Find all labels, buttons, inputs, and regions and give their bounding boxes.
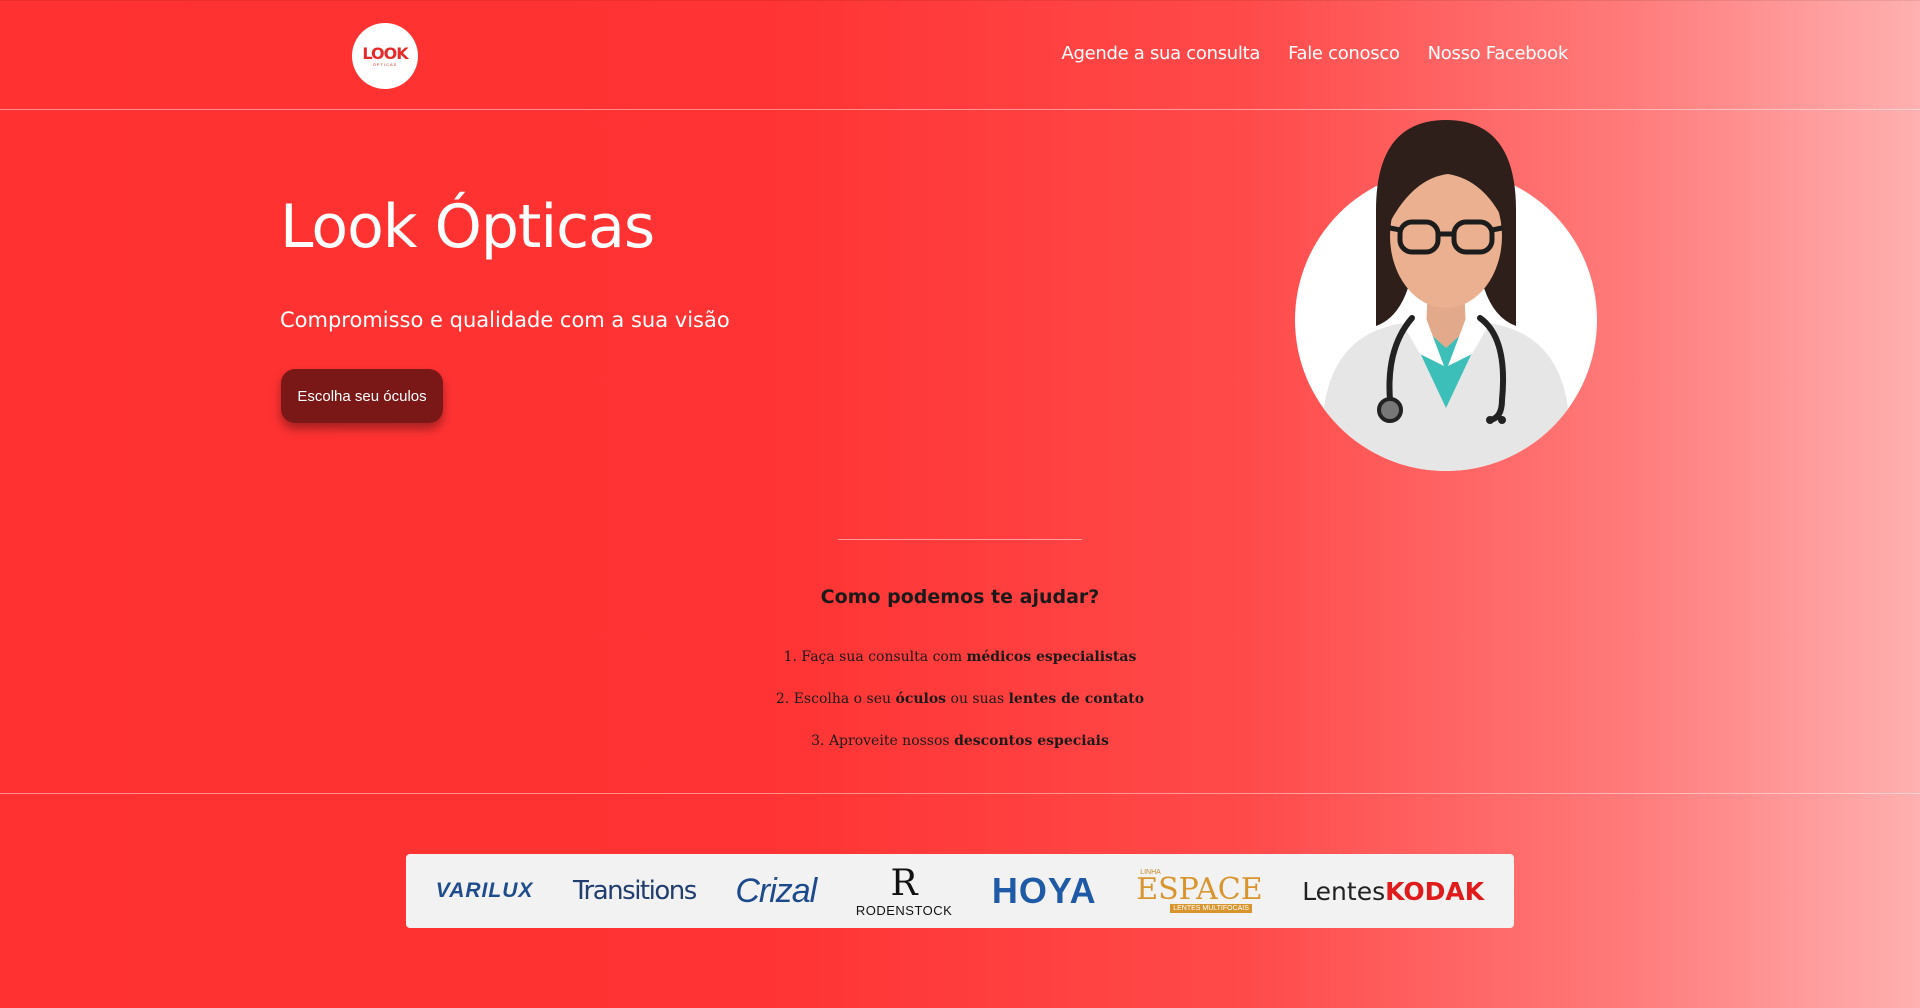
main-nav: Agende a sua consulta Fale conosco Nosso…: [1061, 43, 1568, 64]
brand-rodenstock: R RODENSTOCK: [855, 862, 953, 918]
step-text: 2. Escolha o seu: [775, 691, 896, 707]
nav-agende-consulta[interactable]: Agende a sua consulta: [1061, 43, 1260, 64]
brand-hoya: HOYA: [991, 870, 1097, 911]
footer-divider: [0, 793, 1920, 794]
choose-glasses-button[interactable]: Escolha seu óculos: [281, 369, 443, 423]
brand-logos-bar: VARILUX Transitions Crizal R RODENSTOCK …: [406, 854, 1514, 928]
list-item: 2. Escolha o seu óculos ou suas lentes d…: [0, 687, 1920, 729]
rodenstock-text: RODENSTOCK: [855, 902, 953, 918]
help-steps: 1. Faça sua consulta com médicos especia…: [0, 645, 1920, 771]
logo[interactable]: LOOK ÓPTICAS: [352, 23, 418, 89]
logo-text: LOOK: [362, 43, 408, 63]
logo-subtext: ÓPTICAS: [372, 61, 398, 67]
brand-espace: LINHA ESPACE LENTES MULTIFOCAIS: [1136, 869, 1263, 913]
step-highlight: lentes de contato: [1008, 691, 1145, 707]
step-highlight: descontos especiais: [954, 733, 1109, 749]
nav-facebook[interactable]: Nosso Facebook: [1428, 43, 1569, 64]
espace-main: ESPACE: [1136, 872, 1263, 907]
brand-kodak: Lentes KODAK: [1302, 877, 1484, 906]
step-text: 1. Faça sua consulta com: [783, 649, 967, 665]
hero-subtitle: Compromisso e qualidade com a sua visão: [280, 308, 730, 332]
section-divider: [838, 539, 1082, 540]
brand-varilux: VARILUX: [435, 879, 534, 902]
step-highlight: médicos especialistas: [966, 649, 1137, 665]
step-highlight: óculos: [895, 691, 947, 707]
nav-fale-conosco[interactable]: Fale conosco: [1288, 43, 1400, 64]
kodak-text: KODAK: [1385, 876, 1485, 906]
kodak-prefix: Lentes: [1302, 876, 1386, 906]
brand-crizal: Crizal: [735, 871, 817, 910]
espace-sub: LENTES MULTIFOCAIS: [1170, 904, 1252, 913]
doctor-avatar-icon: [1294, 118, 1598, 472]
site-header: LOOK ÓPTICAS Agende a sua consulta Fale …: [0, 0, 1920, 110]
list-item: 3. Aproveite nossos descontos especiais: [0, 729, 1920, 771]
list-item: 1. Faça sua consulta com médicos especia…: [0, 645, 1920, 687]
help-title: Como podemos te ajudar?: [820, 586, 1100, 608]
brand-transitions: Transitions: [572, 876, 697, 906]
step-text: ou suas: [946, 691, 1009, 707]
step-text: 3. Aproveite nossos: [811, 733, 955, 749]
hero-title: Look Ópticas: [280, 192, 655, 262]
rodenstock-mark: R: [890, 862, 918, 904]
